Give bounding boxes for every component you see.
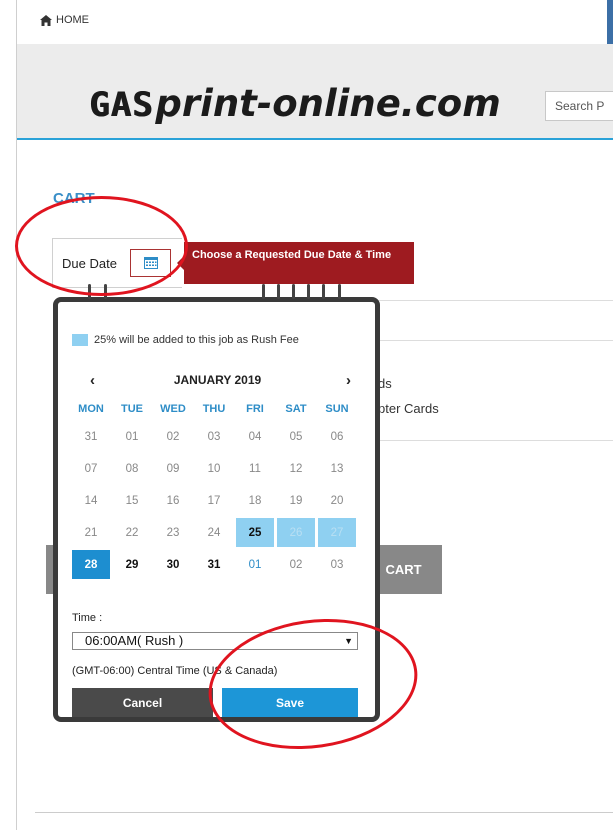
day-cell-next-month[interactable]: 02 [277, 550, 315, 579]
calendar-grid: MON TUE WED THU FRI SAT SUN 31 01 02 03 … [72, 398, 359, 582]
day-cell: 10 [207, 462, 221, 475]
day-cell: 06 [330, 430, 344, 443]
logo-domain: print-online.com [155, 82, 501, 125]
divider [35, 812, 613, 813]
cancel-button[interactable]: Cancel [72, 688, 213, 717]
time-select-value: 06:00AM( Rush ) [85, 633, 184, 648]
calendar-week: 21 22 23 24 25 26 27 [72, 518, 359, 550]
due-date-label: Due Date [62, 256, 117, 271]
background-item: pter Cards [378, 401, 439, 416]
calendar-week: 14 15 16 17 18 19 20 [72, 486, 359, 518]
time-select[interactable]: 06:00AM( Rush ) ▼ [72, 632, 358, 650]
day-cell: 11 [249, 462, 261, 475]
divider [378, 340, 613, 341]
day-cell: 07 [84, 462, 98, 475]
weekday-label: WED [160, 403, 186, 415]
time-label: Time : [72, 612, 103, 624]
save-button[interactable]: Save [222, 688, 358, 717]
logo-gas: GAS [89, 85, 154, 125]
day-cell: 16 [166, 494, 180, 507]
day-cell: 14 [84, 494, 98, 507]
background-item: ds [378, 376, 392, 391]
day-cell[interactable]: 30 [154, 550, 192, 579]
day-cell: 21 [84, 526, 98, 539]
weekday-label: SUN [325, 403, 349, 415]
day-cell: 23 [166, 526, 180, 539]
ring [292, 284, 295, 299]
month-navigation: ‹ JANUARY 2019 › [72, 372, 363, 390]
day-cell: 17 [207, 494, 221, 507]
day-cell: 09 [166, 462, 180, 475]
ring [322, 284, 325, 299]
weekday-label: SAT [285, 403, 307, 415]
calendar-icon [143, 257, 158, 269]
calendar-week: 31 01 02 03 04 05 06 [72, 422, 359, 454]
calendar-button[interactable] [130, 249, 171, 277]
day-cell: 18 [248, 494, 262, 507]
day-cell: 15 [125, 494, 139, 507]
next-month-button[interactable]: › [346, 372, 351, 389]
day-cell: 08 [125, 462, 139, 475]
day-cell: 12 [289, 462, 303, 475]
calendar-week: 28 29 30 31 01 02 03 [72, 550, 359, 582]
day-cell-today[interactable]: 25 [236, 518, 274, 547]
ring [307, 284, 310, 299]
rush-note-text: 25% will be added to this job as Rush Fe… [94, 334, 299, 346]
home-link[interactable]: HOME [40, 14, 89, 26]
ring [88, 284, 91, 299]
month-title: JANUARY 2019 [173, 373, 262, 387]
rush-fee-note: 25% will be added to this job as Rush Fe… [72, 334, 299, 346]
day-cell: 19 [289, 494, 303, 507]
day-cell: 05 [289, 430, 303, 443]
divider [378, 300, 613, 301]
weekday-label: TUE [121, 403, 143, 415]
top-bar [17, 0, 613, 45]
search-input[interactable]: Search P [545, 91, 613, 121]
site-logo[interactable]: GAS print-online.com [87, 82, 501, 125]
day-cell: 01 [125, 430, 139, 443]
day-cell: 31 [84, 430, 98, 443]
home-icon [40, 14, 52, 26]
due-date-tooltip: Choose a Requested Due Date & Time [177, 242, 414, 284]
rush-swatch [72, 334, 88, 346]
ring [277, 284, 280, 299]
ring [338, 284, 341, 299]
weekday-label: FRI [246, 403, 264, 415]
topbar-accent [607, 0, 613, 44]
page-title: CART [53, 190, 95, 207]
home-label: HOME [56, 14, 89, 26]
ring [262, 284, 265, 299]
weekday-header: MON TUE WED THU FRI SAT SUN [72, 398, 359, 420]
weekday-label: MON [78, 403, 104, 415]
day-cell: 13 [330, 462, 344, 475]
day-cell-rush[interactable]: 26 [277, 518, 315, 547]
day-cell: 20 [330, 494, 344, 507]
day-cell-next-month[interactable]: 01 [236, 550, 274, 579]
timezone-label: (GMT-06:00) Central Time (US & Canada) [72, 665, 278, 677]
day-cell: 24 [207, 526, 221, 539]
divider [378, 440, 613, 441]
dropdown-arrow-icon: ▼ [344, 636, 353, 646]
ring [104, 284, 107, 299]
day-cell: 04 [248, 430, 262, 443]
weekday-label: THU [202, 403, 226, 415]
calendar-week: 07 08 09 10 11 12 13 [72, 454, 359, 486]
day-cell: 03 [207, 430, 221, 443]
day-cell: 02 [166, 430, 180, 443]
site-header: GAS print-online.com Search P [17, 44, 613, 140]
day-cell[interactable]: 31 [195, 550, 233, 579]
day-cell: 22 [125, 526, 139, 539]
day-cell-next-month[interactable]: 03 [318, 550, 356, 579]
day-cell-selected[interactable]: 28 [72, 550, 110, 579]
day-cell-rush[interactable]: 27 [318, 518, 356, 547]
day-cell[interactable]: 29 [113, 550, 151, 579]
